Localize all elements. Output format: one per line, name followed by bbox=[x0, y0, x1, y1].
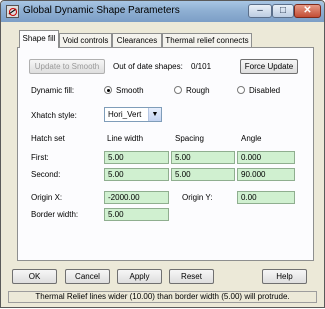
second-spacing-field[interactable]: 5.00 bbox=[171, 168, 235, 181]
fill-rough-radio[interactable] bbox=[174, 86, 182, 94]
minimize-button[interactable]: – bbox=[248, 4, 272, 18]
fill-rough-label: Rough bbox=[186, 86, 210, 95]
origin-x-field[interactable]: -2000.00 bbox=[104, 191, 169, 204]
maximize-button[interactable]: □ bbox=[272, 4, 294, 18]
border-width-label: Border width: bbox=[31, 210, 79, 219]
apply-button[interactable]: Apply bbox=[117, 269, 162, 284]
window-title: Global Dynamic Shape Parameters bbox=[23, 5, 180, 16]
help-button[interactable]: Help bbox=[262, 269, 307, 284]
first-line-width-field[interactable]: 5.00 bbox=[104, 151, 169, 164]
fill-disabled-label: Disabled bbox=[249, 86, 281, 95]
border-width-field[interactable]: 5.00 bbox=[104, 208, 169, 221]
second-angle-field[interactable]: 90.000 bbox=[237, 168, 295, 181]
force-update-button[interactable]: Force Update bbox=[240, 59, 298, 74]
ok-button[interactable]: OK bbox=[12, 269, 57, 284]
tab-clearances[interactable]: Clearances bbox=[112, 33, 162, 47]
close-button[interactable]: ✕ bbox=[294, 4, 321, 18]
tab-void-controls[interactable]: Void controls bbox=[59, 33, 112, 47]
out-of-date-label: Out of date shapes: bbox=[113, 62, 183, 71]
origin-x-label: Origin X: bbox=[31, 193, 63, 202]
out-of-date-value: 0/101 bbox=[191, 62, 212, 71]
second-row-label: Second: bbox=[31, 170, 61, 179]
dialog-window: Global Dynamic Shape Parameters – □ ✕ Sh… bbox=[0, 0, 325, 308]
fill-smooth-radio[interactable] bbox=[104, 86, 112, 94]
origin-y-label: Origin Y: bbox=[182, 193, 213, 202]
tab-thermal-relief-connects[interactable]: Thermal relief connects bbox=[162, 33, 252, 47]
shape-fill-panel: Update to Smooth Out of date shapes: 0/1… bbox=[17, 47, 314, 261]
update-to-smooth-button[interactable]: Update to Smooth bbox=[29, 59, 105, 74]
first-spacing-field[interactable]: 5.00 bbox=[171, 151, 235, 164]
xhatch-style-select[interactable]: Hori_Vert ▼ bbox=[104, 107, 162, 122]
hatch-set-header: Hatch set bbox=[31, 134, 65, 143]
fill-disabled-radio[interactable] bbox=[237, 86, 245, 94]
reset-button[interactable]: Reset bbox=[169, 269, 214, 284]
title-bar[interactable]: Global Dynamic Shape Parameters – □ ✕ bbox=[1, 1, 324, 22]
tab-shape-fill[interactable]: Shape fill bbox=[19, 30, 59, 48]
origin-y-field[interactable]: 0.00 bbox=[237, 191, 295, 204]
app-icon bbox=[6, 5, 19, 18]
fill-smooth-label: Smooth bbox=[116, 86, 144, 95]
status-bar: Thermal Relief lines wider (10.00) than … bbox=[8, 291, 317, 303]
xhatch-style-value: Hori_Vert bbox=[108, 110, 142, 119]
second-line-width-field[interactable]: 5.00 bbox=[104, 168, 169, 181]
first-angle-field[interactable]: 0.000 bbox=[237, 151, 295, 164]
chevron-down-icon[interactable]: ▼ bbox=[148, 108, 161, 121]
first-row-label: First: bbox=[31, 153, 49, 162]
line-width-header: Line width bbox=[107, 134, 144, 143]
xhatch-style-label: Xhatch style: bbox=[31, 111, 77, 120]
cancel-button[interactable]: Cancel bbox=[65, 269, 110, 284]
dynamic-fill-label: Dynamic fill: bbox=[31, 86, 75, 95]
spacing-header: Spacing bbox=[175, 134, 204, 143]
angle-header: Angle bbox=[241, 134, 262, 143]
